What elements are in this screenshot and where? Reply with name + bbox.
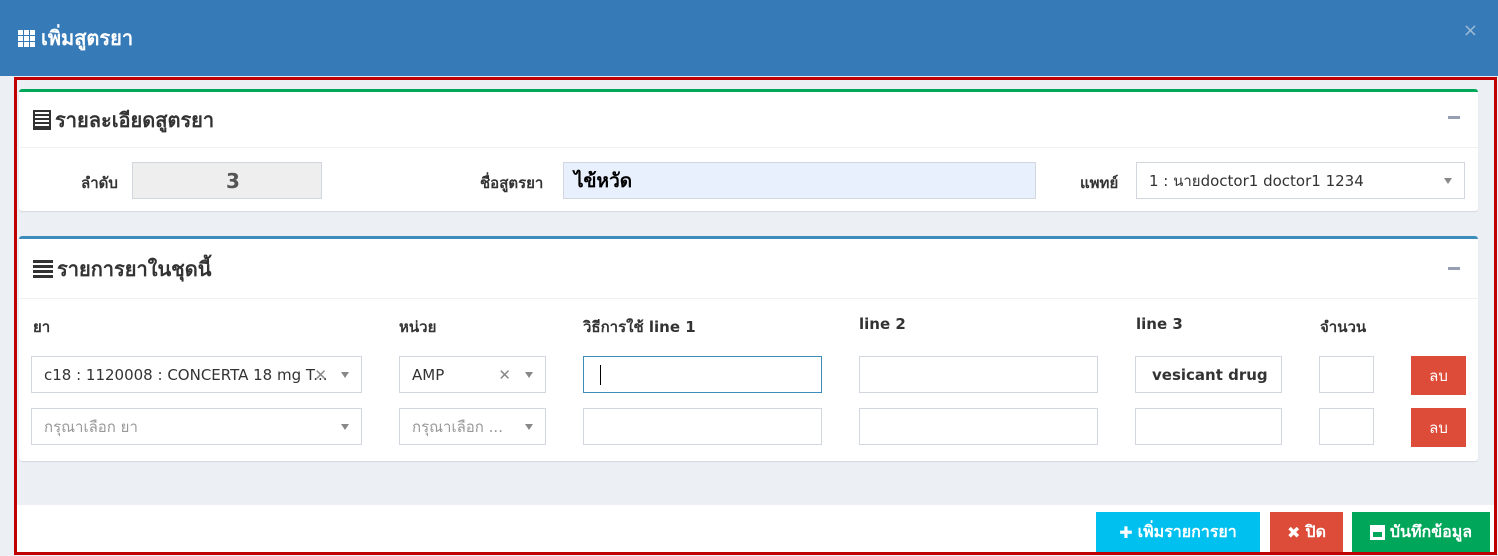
- modal-header: เพิ่มสูตรยา ×: [0, 0, 1498, 76]
- caret-down-icon: [341, 372, 349, 382]
- line2-input[interactable]: [859, 356, 1098, 393]
- collapse-button[interactable]: [1448, 267, 1460, 270]
- line2-input[interactable]: [859, 408, 1098, 445]
- save-button[interactable]: บันทึกข้อมูล: [1352, 512, 1490, 552]
- delete-button[interactable]: ลบ: [1411, 356, 1466, 395]
- collapse-button[interactable]: [1448, 116, 1460, 119]
- close-icon[interactable]: ×: [1463, 20, 1478, 41]
- delete-button[interactable]: ลบ: [1411, 408, 1466, 447]
- order-field: 3: [132, 162, 322, 199]
- grid-icon: [18, 29, 35, 47]
- drug-value: c18 : 1120008 : CONCERTA 18 mg T...: [44, 365, 328, 384]
- header-qty: จำนวน: [1320, 318, 1367, 336]
- doctor-value: 1 : นายdoctor1 doctor1 1234: [1149, 171, 1364, 190]
- close-button[interactable]: ✖ ปิด: [1270, 512, 1343, 552]
- header-unit: หน่วย: [399, 318, 437, 336]
- name-label: ชื่อสูตรยา: [480, 174, 544, 192]
- line1-input[interactable]: [583, 408, 822, 445]
- doctor-label: แพทย์: [1080, 174, 1119, 192]
- close-label: ปิด: [1305, 521, 1326, 541]
- clear-icon[interactable]: ✕: [314, 366, 327, 384]
- line3-input[interactable]: [1135, 408, 1282, 445]
- order-label: ลำดับ: [81, 174, 118, 192]
- list-icon: [33, 259, 53, 278]
- unit-value: AMP: [412, 365, 445, 384]
- items-title: รายการยาในชุดนี้: [57, 256, 212, 281]
- floppy-icon: [1369, 524, 1385, 540]
- details-title: รายละเอียดสูตรยา: [55, 107, 215, 132]
- unit-select[interactable]: AMP ✕: [399, 356, 546, 393]
- qty-input[interactable]: [1319, 356, 1374, 393]
- line1-input[interactable]: [583, 356, 822, 393]
- drug-select[interactable]: กรุณาเลือก ยา: [31, 408, 362, 445]
- caret-down-icon: [1444, 178, 1452, 188]
- unit-select[interactable]: กรุณาเลือก ...: [399, 408, 546, 445]
- header-drug: ยา: [33, 318, 51, 336]
- modal-title: เพิ่มสูตรยา: [41, 26, 134, 50]
- drug-select[interactable]: c18 : 1120008 : CONCERTA 18 mg T... ✕: [31, 356, 362, 393]
- add-label: เพิ่มรายการยา: [1137, 521, 1237, 541]
- plus-icon: ✚: [1119, 522, 1133, 542]
- qty-input[interactable]: [1319, 408, 1374, 445]
- list-alt-icon: [33, 109, 51, 130]
- caret-down-icon: [525, 424, 533, 434]
- clear-icon[interactable]: ✕: [498, 366, 511, 384]
- header-line2: line 2: [859, 315, 906, 333]
- header-line1: วิธีการใช้ line 1: [583, 318, 696, 336]
- line3-input[interactable]: vesicant drug: [1135, 356, 1282, 393]
- formula-name-input[interactable]: ไข้หวัด: [563, 162, 1036, 199]
- add-item-button[interactable]: ✚ เพิ่มรายการยา: [1096, 512, 1260, 552]
- caret-down-icon: [341, 424, 349, 434]
- doctor-select[interactable]: 1 : นายdoctor1 doctor1 1234: [1136, 162, 1465, 199]
- drug-placeholder: กรุณาเลือก ยา: [44, 417, 138, 436]
- header-line3: line 3: [1136, 315, 1183, 333]
- unit-placeholder: กรุณาเลือก ...: [412, 417, 503, 436]
- times-icon: ✖: [1287, 522, 1301, 542]
- caret-down-icon: [525, 372, 533, 382]
- save-label: บันทึกข้อมูล: [1389, 521, 1473, 541]
